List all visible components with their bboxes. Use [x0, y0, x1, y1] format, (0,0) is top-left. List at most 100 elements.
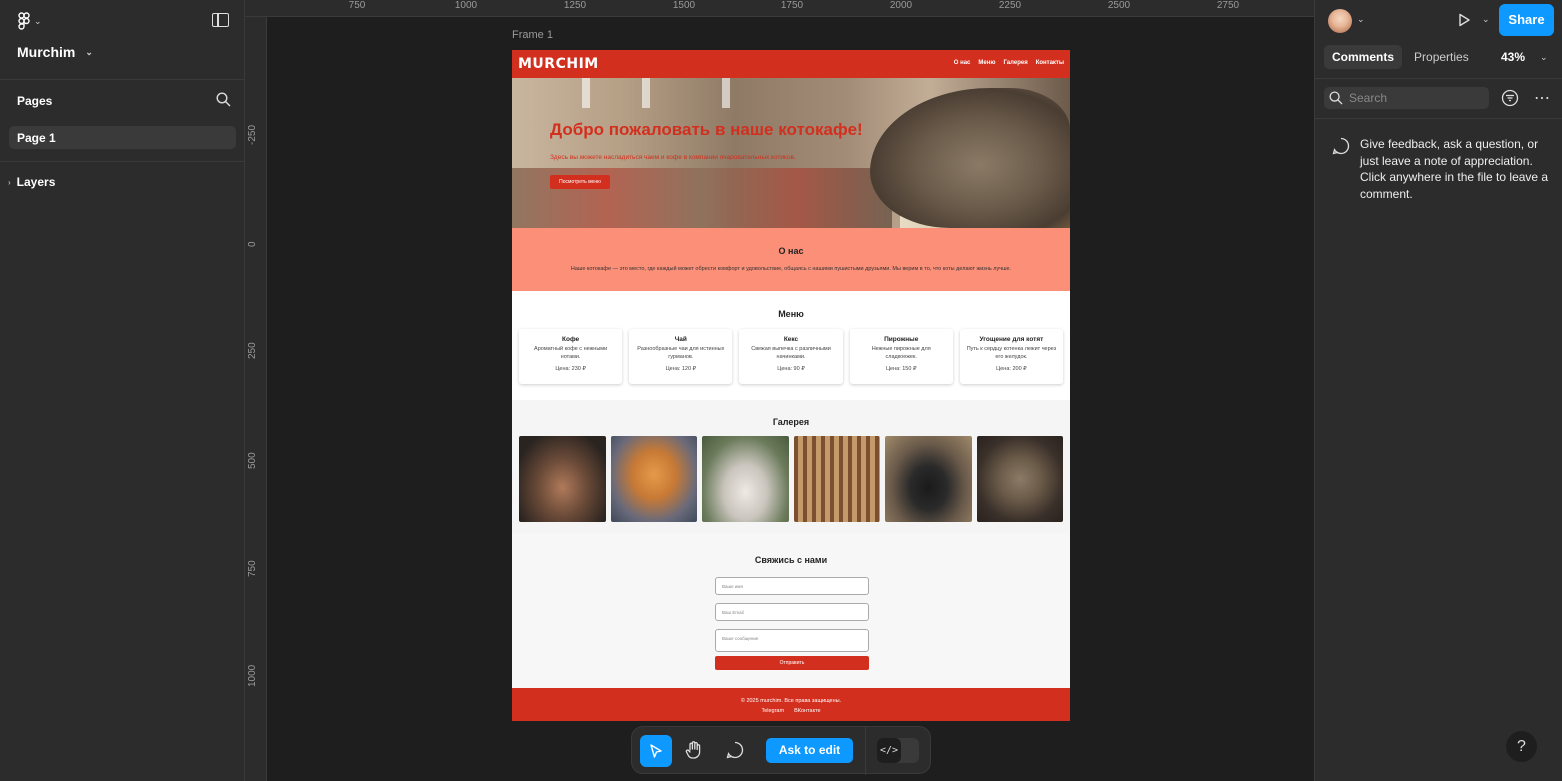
ruler-tick: 0 — [247, 241, 258, 247]
ruler-tick: 2750 — [1216, 0, 1240, 11]
menu-card: Чай Разнообразные чаи для истинных гурма… — [629, 329, 733, 384]
chevron-right-icon: › — [8, 177, 11, 187]
hero-cat-image — [870, 88, 1070, 228]
ruler-tick: 1000 — [454, 0, 478, 11]
ruler-tick: 1500 — [672, 0, 696, 11]
name-field[interactable]: Ваше имя — [715, 577, 869, 595]
comments-search-input[interactable]: Search — [1324, 87, 1489, 109]
hero-section: Добро пожаловать в наше котокафе! Здесь … — [512, 78, 1070, 228]
sidebar-toggle-icon[interactable] — [212, 13, 229, 27]
ask-to-edit-button[interactable]: Ask to edit — [766, 738, 853, 763]
menu-card-price: Цена: 120 ₽ — [665, 365, 697, 372]
layers-section-toggle[interactable]: › Layers — [8, 175, 55, 189]
ruler-tick: 2000 — [889, 0, 913, 11]
dev-mode-toggle[interactable]: </> — [877, 738, 919, 763]
comments-hint: Give feedback, ask a question, or just l… — [1360, 137, 1549, 201]
ruler-vertical: -250 0 250 500 750 1000 — [245, 17, 267, 781]
comment-icon — [1332, 137, 1350, 155]
tab-properties[interactable]: Properties — [1406, 45, 1477, 69]
menu-card-price: Цена: 150 ₽ — [885, 365, 917, 372]
hand-tool-icon[interactable] — [684, 740, 704, 760]
divider — [1315, 118, 1562, 119]
figma-app: ⌄ Murchim ⌄ Pages Page 1 › Layers 750 10… — [0, 0, 1562, 781]
avatar[interactable] — [1328, 9, 1352, 33]
share-button[interactable]: Share — [1499, 4, 1554, 36]
message-field[interactable]: Ваше сообщение — [715, 629, 869, 652]
more-options-icon[interactable]: ⋯ — [1534, 88, 1551, 108]
gallery-photo — [610, 436, 697, 522]
menu-card: Кофе Ароматный кофе с нежными нотами. Це… — [519, 329, 623, 384]
search-icon[interactable] — [216, 92, 231, 107]
file-header: ⌄ Murchim ⌄ — [0, 0, 244, 80]
contact-title: Свяжись с нами — [754, 555, 828, 565]
menu-card-title: Кекс — [783, 336, 799, 343]
footer-link-vk[interactable]: ВКонтакте — [794, 708, 820, 714]
gallery-photo — [793, 436, 880, 522]
site-nav: О нас Меню Галерея Контакты — [954, 60, 1064, 66]
gallery-photos — [512, 436, 1070, 522]
menu-card-desc: Нежные пирожные для сладкоежек. — [871, 346, 931, 360]
chevron-down-icon[interactable]: ⌄ — [1540, 52, 1548, 63]
pages-header: Pages — [0, 80, 244, 120]
hero-menu-button[interactable]: Посмотреть меню — [550, 175, 610, 189]
help-button[interactable]: ? — [1506, 731, 1537, 762]
menu-card: Угощение для котят Путь к сердцу котенка… — [959, 329, 1064, 384]
present-play-icon[interactable] — [1456, 12, 1472, 28]
chevron-down-icon[interactable]: ⌄ — [1482, 14, 1490, 25]
ruler-tick: 750 — [348, 0, 366, 11]
gallery-section: Галерея — [512, 400, 1070, 533]
send-button[interactable]: Отправить — [715, 656, 869, 670]
bottom-toolbar: Ask to edit </> — [631, 726, 931, 775]
gallery-photo — [976, 436, 1063, 522]
ruler-tick: 750 — [247, 560, 258, 577]
hero-title: Добро пожаловать в наше котокафе! — [550, 120, 863, 139]
footer-copyright: © 2025 murchim. Все права защищены. — [740, 698, 842, 704]
chevron-down-icon: ⌄ — [85, 46, 93, 57]
hero-bg-light — [722, 78, 730, 108]
nav-item-contacts[interactable]: Контакты — [1036, 60, 1064, 66]
ruler-tick: 2250 — [998, 0, 1022, 11]
file-name: Murchim — [17, 44, 76, 60]
frame-label[interactable]: Frame 1 — [512, 29, 553, 41]
page-item-page-1[interactable]: Page 1 — [9, 126, 236, 149]
tab-comments[interactable]: Comments — [1324, 45, 1403, 69]
chevron-down-icon: ⌄ — [34, 15, 42, 26]
menu-card-desc: Ароматный кофе с нежными нотами. — [534, 346, 608, 360]
comment-tool-icon[interactable] — [725, 740, 745, 760]
filter-icon[interactable] — [1501, 89, 1519, 107]
gallery-photo — [519, 436, 606, 522]
about-section: О нас Наше котокафе — это место, где каж… — [512, 228, 1070, 291]
design-frame[interactable]: MURCHIM О нас Меню Галерея Контакты Добр… — [512, 50, 1070, 721]
ruler-horizontal: 750 1000 1250 1500 1750 2000 2250 2500 2… — [245, 0, 1314, 17]
menu-card-title: Угощение для котят — [979, 336, 1044, 343]
toolbar-divider — [865, 727, 866, 775]
nav-item-gallery[interactable]: Галерея — [1003, 60, 1027, 66]
gallery-photo — [702, 436, 789, 522]
ruler-tick: 1250 — [563, 0, 587, 11]
left-sidebar: ⌄ Murchim ⌄ Pages Page 1 › Layers — [0, 0, 245, 781]
nav-item-menu[interactable]: Меню — [978, 60, 995, 66]
ruler-tick: 2500 — [1107, 0, 1131, 11]
contact-section: Свяжись с нами Ваше имя Ваш Email Ваше с… — [512, 533, 1070, 688]
zoom-level[interactable]: 43% — [1501, 50, 1525, 64]
email-field[interactable]: Ваш Email — [715, 603, 869, 621]
move-tool-button[interactable] — [640, 735, 672, 767]
main-menu-button[interactable]: ⌄ — [18, 12, 46, 30]
ruler-tick: 1000 — [247, 664, 258, 687]
menu-card: Кекс Свежая выпечка с различными начинка… — [739, 329, 843, 384]
nav-item-about[interactable]: О нас — [954, 60, 971, 66]
search-placeholder: Search — [1349, 91, 1388, 105]
site-footer: © 2025 murchim. Все права защищены. Tele… — [512, 688, 1070, 721]
cursor-icon — [650, 744, 662, 758]
file-name-menu[interactable]: Murchim ⌄ — [17, 44, 93, 60]
menu-card-price: Цена: 230 ₽ — [555, 365, 586, 372]
divider — [1315, 78, 1562, 79]
menu-card-price: Цена: 200 ₽ — [996, 365, 1027, 372]
ruler-tick: 1750 — [780, 0, 804, 11]
right-panel-tabs: Comments Properties — [1324, 45, 1477, 69]
gallery-title: Галерея — [772, 417, 810, 427]
chevron-down-icon[interactable]: ⌄ — [1357, 14, 1365, 25]
hero-subtitle: Здесь вы можете насладиться чаем и кофе … — [550, 154, 796, 161]
footer-link-telegram[interactable]: Telegram — [761, 708, 784, 714]
menu-card-title: Чай — [674, 336, 687, 343]
